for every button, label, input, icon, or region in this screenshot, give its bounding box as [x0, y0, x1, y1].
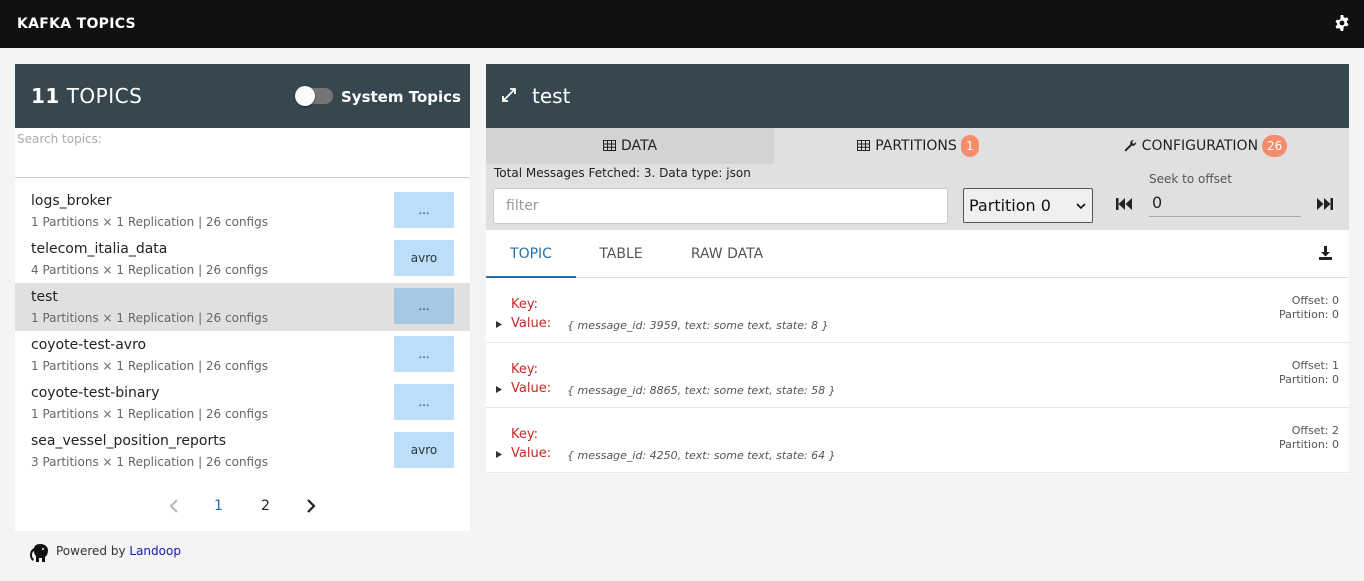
topics-count: 11 TOPICS [31, 84, 143, 108]
seek-offset-input[interactable]: 0 [1149, 192, 1301, 217]
topic-type-button[interactable]: ... [394, 288, 454, 324]
topic-meta: 4 Partitions × 1 Replication | 26 config… [31, 263, 268, 277]
top-bar: KAFKA TOPICS [0, 0, 1364, 48]
topic-meta: 1 Partitions × 1 Replication | 26 config… [31, 215, 268, 229]
topic-type-button[interactable]: avro [394, 240, 454, 276]
message-list: Key: Value: { message_id: 3959, text: so… [486, 278, 1349, 473]
expand-icon[interactable] [502, 88, 516, 102]
message-value[interactable]: { message_id: 3959, text: some text, sta… [567, 319, 829, 332]
message-value-label: Value: [511, 446, 552, 461]
topic-name: coyote-test-avro [31, 337, 147, 353]
message-value-label: Value: [511, 381, 552, 396]
view-subtabs: TOPIC TABLE RAW DATA [486, 230, 1349, 278]
topic-name: sea_vessel_position_reports [31, 433, 226, 449]
table-icon [857, 139, 871, 151]
skip-to-start-icon[interactable] [1115, 196, 1133, 212]
subtab-raw-data[interactable]: RAW DATA [670, 230, 784, 278]
topic-type-button[interactable]: ... [394, 384, 454, 420]
page-2-link[interactable]: 2 [261, 498, 270, 514]
gear-icon[interactable] [1334, 15, 1350, 31]
topic-list: logs_broker 1 Partitions × 1 Replication… [15, 187, 470, 475]
message-key-label: Key: [511, 297, 539, 312]
chevron-right-icon[interactable] [304, 498, 318, 514]
topic-name: logs_broker [31, 193, 112, 209]
message-partition: Partition: 0 [1278, 438, 1339, 451]
download-icon[interactable] [1319, 246, 1332, 260]
partition-select-value: Partition 0 [969, 196, 1051, 215]
message-value-label: Value: [511, 316, 552, 331]
tab-configuration[interactable]: CONFIGURATION 26 [1062, 128, 1349, 164]
expand-triangle-icon[interactable] [496, 386, 502, 393]
configuration-badge: 26 [1262, 135, 1288, 157]
topic-item[interactable]: logs_broker 1 Partitions × 1 Replication… [15, 187, 470, 235]
topic-item[interactable]: coyote-test-avro 1 Partitions × 1 Replic… [15, 331, 470, 379]
table-icon [602, 139, 616, 151]
topic-type-button[interactable]: avro [394, 432, 454, 468]
filter-input[interactable]: filter [493, 188, 948, 224]
topics-panel: 11 TOPICS System Topics Search topics: l… [15, 64, 470, 531]
topic-name: test [31, 289, 58, 305]
message-offset: Offset: 2 [1291, 424, 1339, 437]
system-topics-toggle[interactable] [295, 86, 333, 106]
message-offset: Offset: 0 [1291, 294, 1339, 307]
message-value[interactable]: { message_id: 4250, text: some text, sta… [567, 449, 836, 462]
topic-detail-header: test [486, 64, 1349, 128]
topic-title: test [532, 84, 571, 108]
topic-meta: 1 Partitions × 1 Replication | 26 config… [31, 359, 268, 373]
partitions-badge: 1 [960, 135, 979, 157]
app-title: KAFKA TOPICS [17, 16, 136, 32]
partition-select[interactable]: Partition 0 [963, 188, 1093, 223]
system-topics-label: System Topics [341, 88, 461, 106]
subtab-table[interactable]: TABLE [576, 230, 666, 278]
message-row: Key: Value: { message_id: 4250, text: so… [486, 408, 1349, 473]
message-partition: Partition: 0 [1278, 373, 1339, 386]
tab-partitions[interactable]: PARTITIONS 1 [774, 128, 1062, 164]
message-row: Key: Value: { message_id: 8865, text: so… [486, 343, 1349, 408]
message-key-label: Key: [511, 427, 539, 442]
toggle-knob [295, 86, 315, 106]
elephant-logo-icon [30, 544, 48, 562]
topic-meta: 1 Partitions × 1 Replication | 26 config… [31, 311, 268, 325]
topic-name: telecom_italia_data [31, 241, 168, 257]
detail-tabs: DATA PARTITIONS 1 CONFIGURATION 26 [486, 128, 1349, 164]
tab-data[interactable]: DATA [486, 128, 774, 164]
chevron-left-icon[interactable] [167, 498, 181, 514]
powered-by-text: Powered by Landoop [56, 544, 181, 558]
topic-item[interactable]: telecom_italia_data 4 Partitions × 1 Rep… [15, 235, 470, 283]
message-offset: Offset: 1 [1291, 359, 1339, 372]
page-1-link[interactable]: 1 [214, 498, 223, 514]
search-topics-input[interactable]: Search topics: [17, 132, 102, 146]
wrench-icon [1124, 139, 1136, 151]
expand-triangle-icon[interactable] [496, 321, 502, 328]
subtab-topic[interactable]: TOPIC [486, 230, 576, 278]
topic-meta: 3 Partitions × 1 Replication | 26 config… [31, 455, 268, 469]
expand-triangle-icon[interactable] [496, 451, 502, 458]
message-value[interactable]: { message_id: 8865, text: some text, sta… [567, 384, 836, 397]
topic-name: coyote-test-binary [31, 385, 160, 401]
chevron-down-icon [1076, 203, 1086, 210]
topic-type-button[interactable]: ... [394, 192, 454, 228]
topic-type-button[interactable]: ... [394, 336, 454, 372]
message-partition: Partition: 0 [1278, 308, 1339, 321]
search-topics: Search topics: [15, 128, 470, 178]
topic-item-selected[interactable]: test 1 Partitions × 1 Replication | 26 c… [15, 283, 470, 331]
message-row: Key: Value: { message_id: 3959, text: so… [486, 278, 1349, 343]
message-key-label: Key: [511, 362, 539, 377]
filter-bar: Total Messages Fetched: 3. Data type: js… [486, 164, 1349, 230]
topic-detail-panel: test DATA PARTITIONS 1 CONFIGURATION 26 To… [486, 64, 1349, 474]
landoop-link[interactable]: Landoop [129, 544, 181, 558]
skip-to-end-icon[interactable] [1316, 196, 1334, 212]
fetched-summary: Total Messages Fetched: 3. Data type: js… [494, 166, 751, 180]
seek-label: Seek to offset [1149, 172, 1232, 186]
topic-meta: 1 Partitions × 1 Replication | 26 config… [31, 407, 268, 421]
pagination: 1 2 [15, 496, 470, 520]
topic-item[interactable]: coyote-test-binary 1 Partitions × 1 Repl… [15, 379, 470, 427]
topic-item[interactable]: sea_vessel_position_reports 3 Partitions… [15, 427, 470, 475]
topics-header: 11 TOPICS System Topics [15, 64, 470, 128]
